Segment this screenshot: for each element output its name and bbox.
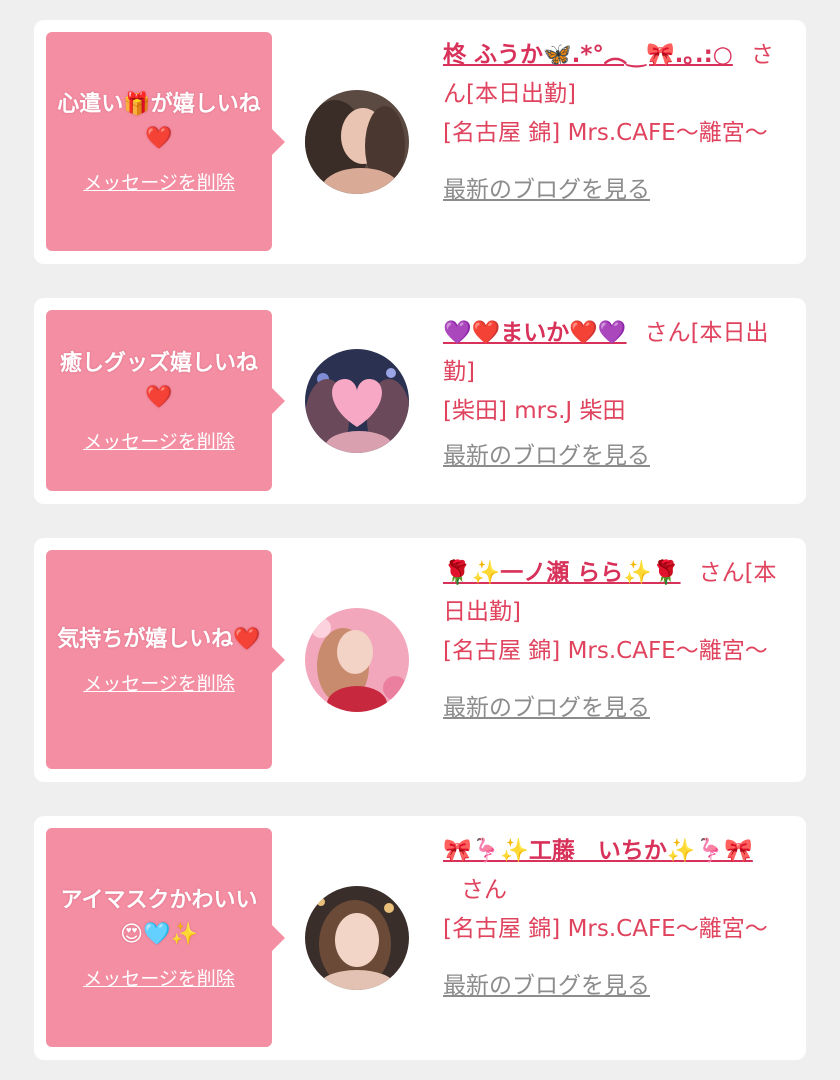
message-bubble: 癒しグッズ嬉しいね❤️ メッセージを削除 <box>46 310 272 491</box>
shop-label: [名古屋 錦] Mrs.CAFE〜離宮〜 <box>443 638 768 664</box>
latest-blog-link[interactable]: 最新のブログを見る <box>443 967 650 1006</box>
shop-label: [名古屋 錦] Mrs.CAFE〜離宮〜 <box>443 120 768 146</box>
delete-message-link[interactable]: メッセージを削除 <box>83 427 235 454</box>
honorific: さん <box>461 877 507 903</box>
cast-name-link[interactable]: 🎀🦩✨工藤 いちか✨🦩🎀 <box>443 838 753 864</box>
message-text: 心遣い🎁が嬉しいね❤️ <box>57 92 261 151</box>
cast-name-link[interactable]: 💜❤️まいか❤️💜 <box>443 320 627 346</box>
cast-info: 🎀🦩✨工藤 いちか✨🦩🎀 さん [名古屋 錦] Mrs.CAFE〜離宮〜 最新のブ… <box>443 832 793 1006</box>
message-bubble: 心遣い🎁が嬉しいね❤️ メッセージを削除 <box>46 32 272 251</box>
message-card: 癒しグッズ嬉しいね❤️ メッセージを削除 💜❤️まいか❤️💜 さん[本日出勤] [… <box>34 298 806 504</box>
avatar[interactable] <box>305 90 409 194</box>
message-text: 気持ちが嬉しいね❤️ <box>57 627 261 652</box>
cast-info: 💜❤️まいか❤️💜 さん[本日出勤] [柴田] mrs.J 柴田 最新のブログを見… <box>443 314 793 476</box>
avatar[interactable] <box>305 608 409 712</box>
message-card: 気持ちが嬉しいね❤️ メッセージを削除 🌹✨一ノ瀬 らら✨🌹 さん[本日出勤] [… <box>34 538 806 782</box>
delete-message-link[interactable]: メッセージを削除 <box>83 964 235 991</box>
latest-blog-link[interactable]: 最新のブログを見る <box>443 689 650 728</box>
message-bubble: 気持ちが嬉しいね❤️ メッセージを削除 <box>46 550 272 769</box>
avatar[interactable] <box>305 349 409 453</box>
honorific: さん <box>644 320 691 346</box>
shop-label: [柴田] mrs.J 柴田 <box>443 398 626 424</box>
message-card: 心遣い🎁が嬉しいね❤️ メッセージを削除 柊 ふうか🦋.*°︵‿🎀.｡.:○ さん… <box>34 20 806 264</box>
message-text: 癒しグッズ嬉しいね❤️ <box>59 351 258 410</box>
message-bubble: アイマスクかわいい😍🩵✨ メッセージを削除 <box>46 828 272 1047</box>
message-card: アイマスクかわいい😍🩵✨ メッセージを削除 🎀🦩✨工藤 いちか✨🦩🎀 さん [名古… <box>34 816 806 1060</box>
delete-message-link[interactable]: メッセージを削除 <box>83 669 235 696</box>
avatar[interactable] <box>305 886 409 990</box>
cast-info: 🌹✨一ノ瀬 らら✨🌹 さん[本日出勤] [名古屋 錦] Mrs.CAFE〜離宮〜 … <box>443 554 793 728</box>
cast-name-link[interactable]: 柊 ふうか🦋.*°︵‿🎀.｡.:○ <box>443 42 733 68</box>
honorific: さん <box>698 560 745 586</box>
cast-name-link[interactable]: 🌹✨一ノ瀬 らら✨🌹 <box>443 560 681 586</box>
shop-label: [名古屋 錦] Mrs.CAFE〜離宮〜 <box>443 916 768 942</box>
latest-blog-link[interactable]: 最新のブログを見る <box>443 171 650 210</box>
cast-info: 柊 ふうか🦋.*°︵‿🎀.｡.:○ さん[本日出勤] [名古屋 錦] Mrs.CA… <box>443 36 793 210</box>
status-label: [本日出勤] <box>466 81 576 107</box>
delete-message-link[interactable]: メッセージを削除 <box>83 168 235 195</box>
latest-blog-link[interactable]: 最新のブログを見る <box>443 437 650 476</box>
message-text: アイマスクかわいい😍🩵✨ <box>60 888 258 947</box>
